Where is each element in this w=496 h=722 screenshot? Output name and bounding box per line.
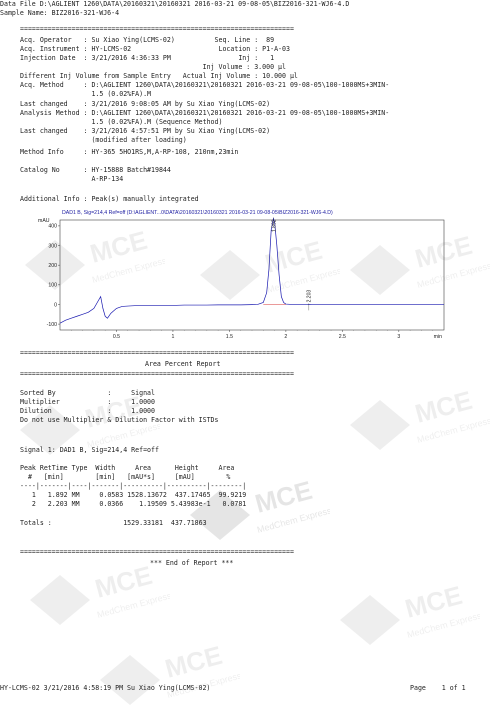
info-line: Different Inj Volume from Sample Entry A… <box>20 72 298 80</box>
catalog-line: A-RP-134 <box>20 175 124 183</box>
x-tick-label: 3 <box>397 334 400 340</box>
mce-watermark-logo: MCE MedChem Express <box>180 475 333 555</box>
mce-watermark-logo: MCE MedChem Express <box>20 560 173 640</box>
separator-line: ========================================… <box>20 25 294 33</box>
mce-watermark-logo: MCE MedChem Express <box>15 225 168 305</box>
info-line: Analysis Method : D:\AGLIENT 1260\DATA\2… <box>20 109 390 117</box>
x-tick-label: 2 <box>284 334 287 340</box>
catalog-line: Catalog No : HY-15888 Batch#19844 <box>20 166 171 174</box>
x-tick-label: 0.5 <box>113 334 120 340</box>
x-tick-label: 1.5 <box>226 334 233 340</box>
info-line: 1.5 (0.02%FA).M (Sequence Method) <box>20 118 223 126</box>
additional-info: Additional Info : Peak(s) manually integ… <box>20 195 199 203</box>
info-line: Inj Volume : 3.000 µl <box>20 63 286 71</box>
x-axis-label: min <box>434 334 442 340</box>
x-tick-label: 1 <box>171 334 174 340</box>
info-line: 1.5 (0.02%FA).M <box>20 90 152 98</box>
mce-watermark-logo: MCE MedChem Express <box>10 390 163 470</box>
page-number: Page 1 of 1 <box>410 684 466 692</box>
data-file-path: Data File D:\AGLIENT 1260\DATA\20160321\… <box>0 0 350 8</box>
report-title: Area Percent Report <box>145 360 221 368</box>
footer-info: HY-LCMS-02 3/21/2016 4:58:19 PM Su Xiao … <box>0 684 211 692</box>
info-line: Acq. Method : D:\AGLIENT 1260\DATA\20160… <box>20 81 390 89</box>
mce-watermark-logo: MCE MedChem Express <box>340 385 493 465</box>
info-line: Injection Date : 3/21/2016 4:36:33 PM In… <box>20 54 275 62</box>
mce-watermark-logo: MCE MedChem Express <box>190 235 343 315</box>
mce-watermark-logo: MCE MedChem Express <box>340 230 493 310</box>
info-line: Acq. Instrument : HY-LCMS-02 Location : … <box>20 45 290 53</box>
separator-line: ========================================… <box>20 349 294 357</box>
x-tick-label: 2.5 <box>339 334 346 340</box>
mce-watermark-logo: MCE MedChem Express <box>90 640 243 720</box>
y-tick-label: -100 <box>47 322 57 328</box>
sample-name: Sample Name: BIZ2016-321-WJ6-4 <box>0 9 120 17</box>
separator-line: ========================================… <box>20 370 294 378</box>
info-line: (modified after loading) <box>20 136 187 144</box>
info-line: Last changed : 3/21/2016 9:08:05 AM by S… <box>20 100 271 108</box>
info-line: Last changed : 3/21/2016 4:57:51 PM by S… <box>20 127 271 135</box>
method-info: Method Info : HY-365 5HO1RS,M,A-RP-108, … <box>20 148 239 156</box>
peak-label: 1.892 <box>271 219 277 232</box>
totals-line: Totals : 1529.33181 437.71863 <box>20 519 207 527</box>
mce-watermark-logo: MCE MedChem Express <box>330 580 483 660</box>
info-line: Acq. Operator : Su Xiao Ying(LCMS-02) Se… <box>20 36 275 44</box>
chart-title: DAD1 B, Sig=214,4 Ref=off (D:\AGLIENT...… <box>62 210 333 216</box>
